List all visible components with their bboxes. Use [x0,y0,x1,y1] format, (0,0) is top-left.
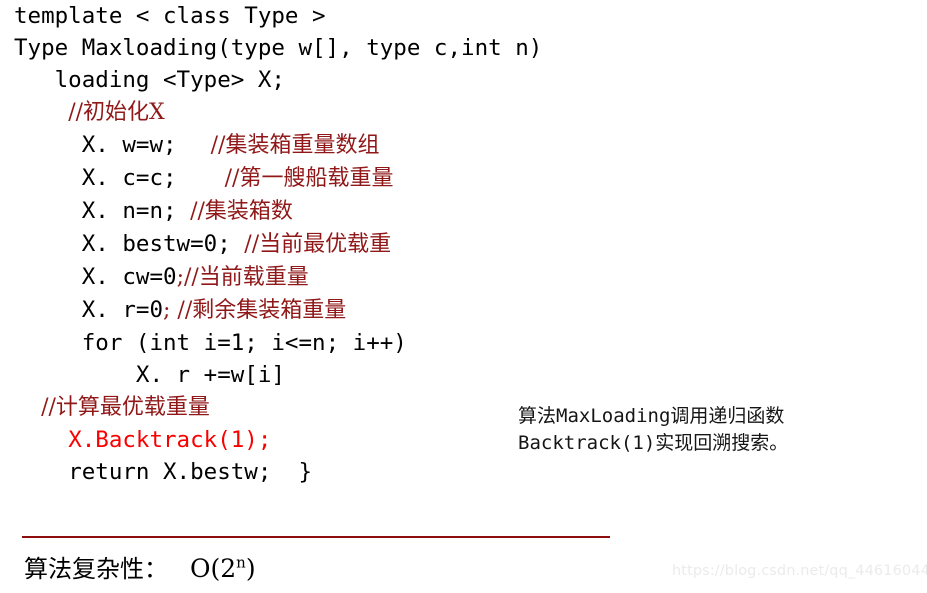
code-token-comment: //计算最优载重量 [41,395,210,420]
code-token-code: X. n=n; [81,198,191,224]
code-token-code: X. cw=0 [81,264,177,290]
algorithm-note-line-2: Backtrack(1)实现回溯搜索。 [518,432,789,454]
algorithm-note-line-1: 算法MaxLoading调用递归函数 [518,405,785,427]
code-token-comment: //初始化X [68,100,165,125]
code-line: //初始化X [14,96,714,129]
code-line: X. cw=0;//当前载重量 [14,261,714,294]
code-line: template < class Type > [14,0,714,32]
horizontal-rule [22,536,610,538]
code-line: X. r +=w[i] [14,359,714,391]
code-line: X. bestw=0; //当前最优载重 [14,228,714,261]
complexity-base: O(2 [190,554,237,583]
code-token-code: X. r=0 [81,297,164,323]
code-token-red: X.Backtrack(1); [68,427,272,453]
complexity-close-paren: ) [245,554,256,583]
code-line: loading <Type> X; [14,64,714,96]
code-token-comment: //当前最优载重 [244,232,392,257]
code-token-code: template < class Type > [14,3,326,29]
algorithm-note: 算法MaxLoading调用递归函数 Backtrack(1)实现回溯搜索。 [518,403,908,457]
code-token-code: X. r +=w[i] [135,362,285,388]
code-line: X. w=w; //集装箱重量数组 [14,129,714,162]
code-token-code: for (int i=1; i<=n; i++) [81,330,407,356]
code-line: X. n=n; //集装箱数 [14,195,714,228]
source-watermark: https://blog.csdn.net/qq_44616044 [672,563,927,579]
complexity-exponent: n [236,553,246,572]
complexity-label: 算法复杂性： [24,555,168,583]
code-line: Type Maxloading(type w[], type c,int n) [14,32,714,64]
code-line: X. c=c; //第一艘船载重量 [14,162,714,195]
code-token-comment: //集装箱重量数组 [203,133,380,158]
code-token-code: X. c=c; [81,165,204,191]
code-token-comment: //集装箱数 [190,199,293,224]
complexity-footer: 算法复杂性： O(2n) [24,549,256,584]
code-token-code: loading <Type> X; [54,67,285,93]
code-line: return X.bestw; } [14,456,714,488]
code-token-comment: //第一艘船载重量 [203,166,394,191]
code-token-code: Type Maxloading(type w[], type c,int n) [14,35,543,61]
code-token-comment: ;//当前载重量 [176,265,309,290]
code-token-code: X. bestw=0; [81,231,245,257]
code-token-comment: ; //剩余集装箱重量 [163,298,347,323]
complexity-value: O(2n) [190,554,256,583]
code-token-code: return X.bestw; } [68,459,313,485]
code-line: for (int i=1; i<=n; i++) [14,327,714,359]
code-token-code: X. w=w; [81,132,204,158]
code-line: X. r=0; //剩余集装箱重量 [14,294,714,327]
